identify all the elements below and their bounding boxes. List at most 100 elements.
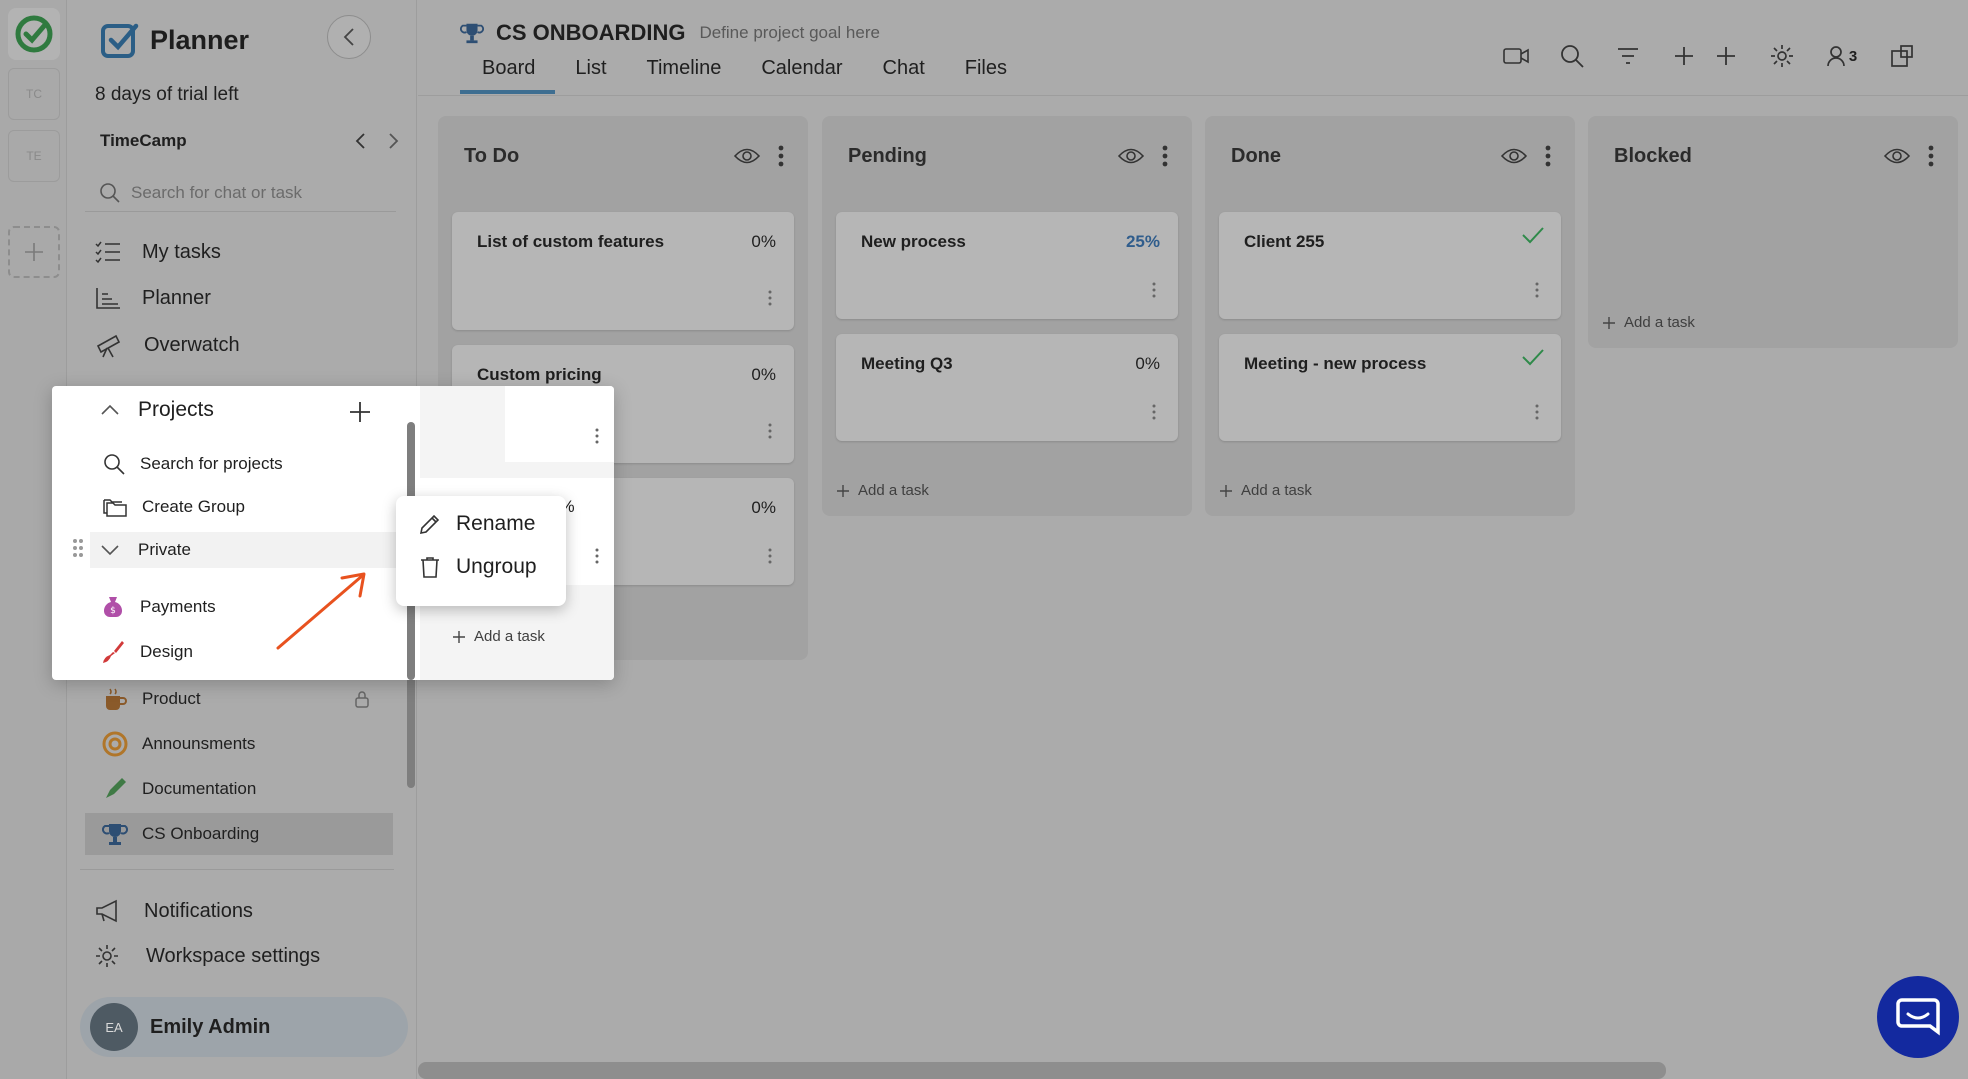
create-group-button[interactable]: Create Group [102,496,245,518]
svg-text:$: $ [110,606,116,616]
tab-files[interactable]: Files [945,56,1027,94]
nav-my-tasks[interactable]: My tasks [94,240,221,264]
sidebar-search-input[interactable]: Search for chat or task [85,174,396,212]
plus-icon [453,630,465,643]
nav-notifications[interactable]: Notifications [94,898,253,924]
members-count: 3 [1848,47,1858,65]
task-card[interactable]: Meeting - new process [1219,334,1561,441]
workspace-name: TimeCamp [100,131,187,150]
ungroup-menu-item[interactable]: Ungroup [418,555,537,579]
brand-title: Planner [150,24,250,55]
lock-icon [355,691,369,708]
nav-workspace-settings[interactable]: Workspace settings [94,943,320,969]
more-vertical-icon[interactable] [595,548,599,564]
eye-icon[interactable] [1118,147,1144,165]
more-vertical-icon[interactable] [768,423,772,439]
task-card[interactable]: List of custom features 0% [452,212,794,330]
search-icon [100,182,120,203]
more-vertical-icon[interactable] [1162,145,1168,167]
money-bag-icon: $ [103,597,123,617]
project-item-announsments[interactable]: Announsments [100,723,400,765]
tab-timeline[interactable]: Timeline [627,56,742,94]
more-vertical-icon[interactable] [1535,404,1539,420]
add-task-button[interactable]: Add a task [836,482,929,499]
user-profile[interactable]: EA Emily Admin [80,997,408,1057]
settings-button[interactable] [1766,40,1798,72]
chevron-right-icon[interactable] [388,132,400,150]
group-context-menu: Rename Ungroup [396,496,566,606]
view-tabs: Board List Timeline Calendar Chat Files [460,56,1027,94]
pencil-icon [419,514,440,535]
tab-list[interactable]: List [555,56,626,94]
project-header: CS ONBOARDING Define project goal here B… [418,0,1968,96]
timecamp-logo-icon[interactable] [8,8,60,60]
task-card[interactable] [505,386,614,462]
search-projects-button[interactable]: Search for projects [102,452,283,476]
project-item-product[interactable]: Product [100,678,400,720]
video-call-button[interactable] [1500,40,1532,72]
project-item-payments[interactable]: $ Payments [100,594,216,620]
project-item-cs-onboarding[interactable]: CS Onboarding [85,813,393,855]
rail-workspace-te[interactable]: TE [8,130,60,182]
search-button[interactable] [1556,40,1588,72]
brush-icon [103,641,124,663]
filter-icon [1618,48,1638,64]
add-column-button[interactable] [1710,40,1742,72]
tab-chat[interactable]: Chat [863,56,945,94]
board-horizontal-scrollbar[interactable] [418,1062,1666,1079]
add-workspace-button[interactable] [8,226,60,278]
filter-button[interactable] [1612,40,1644,72]
drag-handle-icon[interactable] [72,538,84,558]
annotation-arrow-icon [276,572,366,650]
integrations-button[interactable] [1886,40,1918,72]
rename-menu-item[interactable]: Rename [418,512,535,536]
eye-icon[interactable] [1884,147,1910,165]
more-vertical-icon[interactable] [1535,282,1539,298]
task-card[interactable]: Client 255 [1219,212,1561,319]
column-title: Done [1231,144,1281,167]
plus-icon [25,243,43,261]
project-item-documentation[interactable]: Documentation [100,768,400,810]
tab-board[interactable]: Board [460,56,556,94]
add-task-button[interactable]: Add a task [1219,482,1312,499]
more-vertical-icon[interactable] [1152,282,1156,298]
add-project-plus-icon[interactable] [348,400,372,424]
plus-icon [837,484,849,497]
add-button[interactable] [1668,40,1700,72]
projects-heading[interactable]: Projects [100,398,214,422]
user-name: Emily Admin [150,1015,271,1038]
trophy-icon [460,23,484,44]
add-task-button[interactable]: Add a task [1602,314,1695,331]
eye-icon[interactable] [1501,147,1527,165]
collapse-sidebar-button[interactable] [327,15,371,59]
add-task-button[interactable]: Add a task [452,628,545,645]
rail-workspace-tc[interactable]: TC [8,68,60,120]
more-vertical-icon[interactable] [1928,145,1934,167]
eye-icon[interactable] [734,147,760,165]
project-item-design[interactable]: Design [100,639,193,665]
more-vertical-icon[interactable] [768,548,772,564]
more-vertical-icon[interactable] [778,145,784,167]
nav-overwatch[interactable]: Overwatch [94,332,240,358]
project-group-private[interactable]: Private [90,532,434,568]
task-card[interactable]: Meeting Q3 0% [836,334,1178,441]
project-goal-input[interactable]: Define project goal here [699,23,880,43]
members-button[interactable]: 3 [1822,40,1862,72]
more-vertical-icon[interactable] [1545,145,1551,167]
more-vertical-icon[interactable] [1152,404,1156,420]
brand[interactable]: Planner [100,20,249,60]
task-card[interactable]: New process 25% [836,212,1178,319]
gear-icon [96,945,118,967]
support-chat-button[interactable] [1877,976,1959,1058]
planner-logo-icon [101,23,139,58]
chart-icon [96,288,120,309]
chevron-left-icon[interactable] [354,132,366,150]
nav-planner[interactable]: Planner [94,286,211,310]
tab-calendar[interactable]: Calendar [741,56,862,94]
more-vertical-icon[interactable] [768,290,772,306]
plus-icon [1675,47,1693,65]
more-vertical-icon[interactable] [595,428,599,444]
trash-icon [421,557,439,578]
video-icon [1503,48,1529,64]
sidebar-divider [80,869,394,870]
